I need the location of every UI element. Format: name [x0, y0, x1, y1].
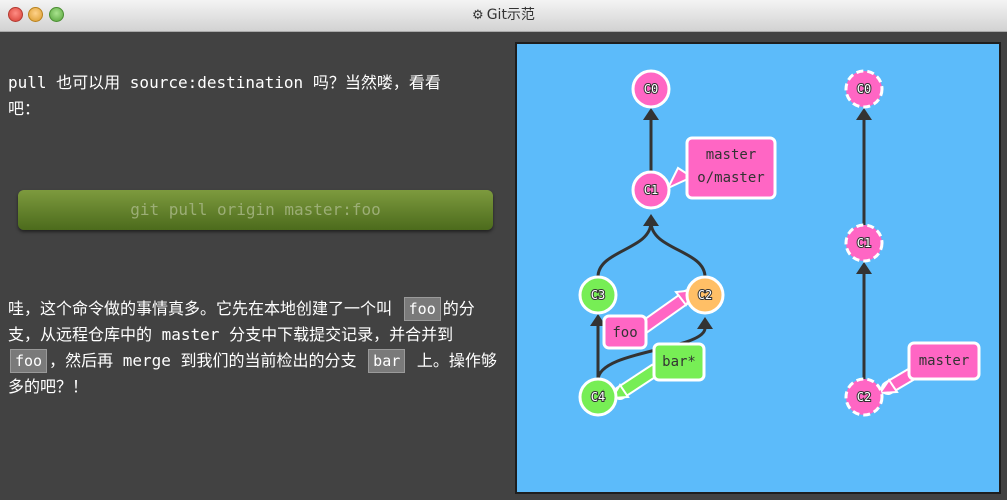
local-commit-c3[interactable]: C3: [578, 275, 618, 315]
remote-commit-c0[interactable]: C0: [844, 69, 884, 109]
gear-icon: ⚙: [472, 8, 484, 23]
branch-label-master[interactable]: master o/master: [685, 136, 777, 200]
explanation-text-1: 哇，这个命令做的事情真多。它先在本地创建了一个叫: [8, 299, 402, 318]
arrowhead-icon: [643, 108, 659, 120]
commit-label: C0: [857, 82, 871, 96]
code-foo-chip: foo: [403, 297, 441, 321]
commit-label: C2: [698, 288, 712, 302]
commit-label: C1: [644, 183, 658, 197]
local-commit-c0[interactable]: C0: [631, 69, 671, 109]
arrowhead-icon: [856, 108, 872, 120]
local-commit-c1[interactable]: C1: [631, 170, 671, 210]
window-titlebar: ⚙ Git示范: [0, 0, 1007, 32]
commit-label: C4: [591, 390, 605, 404]
remote-branch-label-master[interactable]: master: [907, 341, 981, 381]
code-bar-chip: bar: [368, 349, 406, 373]
branch-label-foo[interactable]: foo: [602, 314, 648, 350]
window-title-text: Git示范: [486, 7, 535, 23]
commit-label: C2: [857, 390, 871, 404]
branch-label-bar[interactable]: bar*: [652, 342, 706, 382]
git-visualization-panel: C0 C1 C3 C2 C4 master o/master foo bar* …: [515, 42, 1001, 494]
window-title: ⚙ Git示范: [0, 0, 1007, 31]
edge-c3-c1: [596, 221, 653, 278]
command-button[interactable]: git pull origin master:foo: [18, 190, 493, 230]
intro-text-line1: pull 也可以用 source:destination 吗？当然喽，看看: [8, 73, 441, 92]
branch-label-text: o/master: [697, 170, 764, 186]
commit-label: C0: [644, 82, 658, 96]
arrowhead-icon: [697, 317, 713, 329]
commit-label: C1: [857, 236, 871, 250]
arrowhead-icon: [856, 262, 872, 274]
explanation-text-3: ，然后再 merge 到我们的当前检出的分支: [49, 351, 367, 370]
intro-paragraph: pull 也可以用 source:destination 吗？当然喽，看看 吧：: [8, 70, 503, 122]
remote-commit-c2[interactable]: C2: [844, 377, 884, 417]
arrowhead-icon: [643, 214, 659, 226]
explanation-paragraph: 哇，这个命令做的事情真多。它先在本地创建了一个叫 foo 的分支，从远程仓库中的 …: [8, 296, 503, 400]
branch-label-text: master: [706, 147, 757, 163]
edge-c2-c1: [649, 221, 707, 278]
intro-text-line2: 吧：: [8, 99, 41, 118]
branch-label-text: master: [919, 353, 970, 369]
remote-commit-c1[interactable]: C1: [844, 223, 884, 263]
branch-label-text: foo: [612, 325, 637, 341]
code-foo-chip-2: foo: [10, 349, 48, 373]
local-commit-c2[interactable]: C2: [685, 275, 725, 315]
commit-label: C3: [591, 288, 605, 302]
local-commit-c4[interactable]: C4: [578, 377, 618, 417]
branch-label-text: bar*: [662, 354, 696, 370]
commit-graph: C0 C1 C3 C2 C4 master o/master foo bar* …: [578, 69, 981, 417]
